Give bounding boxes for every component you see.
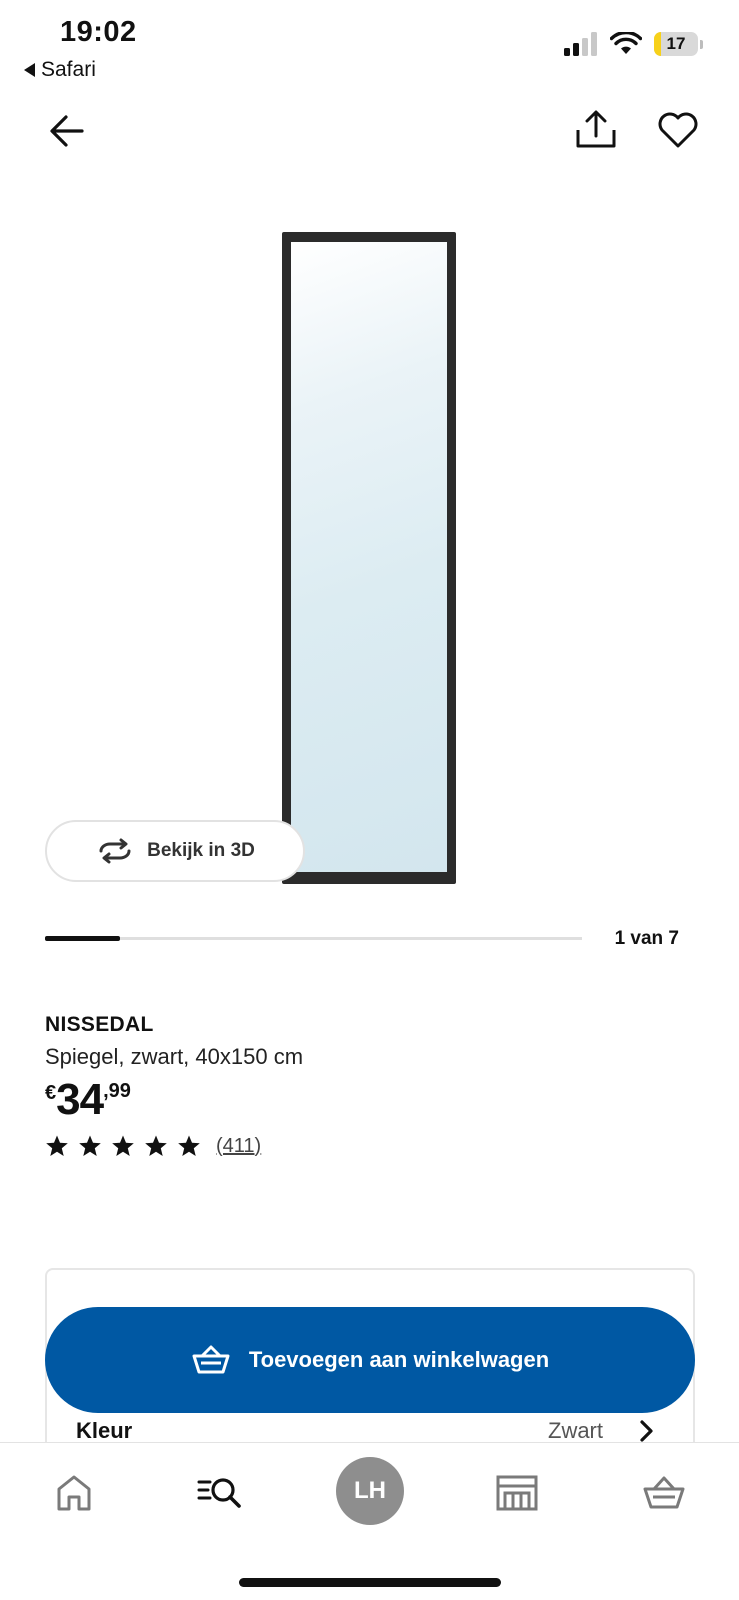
add-to-cart-button[interactable]: Toevoegen aan winkelwagen [45,1307,695,1413]
profile-avatar[interactable]: LH [336,1457,404,1525]
product-price: € 34 ,99 [45,1076,131,1124]
basket-icon [192,1345,230,1374]
star-icon [145,1135,167,1156]
star-icon [178,1135,200,1156]
home-indicator [239,1578,501,1587]
search-icon[interactable] [196,1469,244,1517]
back-app-label: Safari [41,58,96,81]
back-to-app-link[interactable]: Safari [24,58,96,82]
star-icon [46,1135,68,1156]
color-option-label[interactable]: Kleur [76,1418,132,1444]
heart-icon[interactable] [656,108,700,152]
image-pager-track[interactable] [45,936,582,941]
store-icon[interactable] [493,1469,541,1517]
rating[interactable]: (411) [45,1134,261,1158]
image-pager-progress [45,936,121,941]
battery-level-text: 17 [666,34,686,53]
add-to-cart-label: Toevoegen aan winkelwagen [248,1347,550,1372]
battery-fill [654,32,662,56]
wifi-icon [610,32,642,54]
bottom-tab-bar: LH [0,1442,739,1600]
status-indicators: 17 [564,32,703,56]
home-icon[interactable] [50,1469,98,1517]
status-time: 19:02 [60,16,137,48]
star-icon [79,1135,101,1156]
view-3d-button[interactable]: Bekijk in 3D [45,820,305,882]
basket-icon[interactable] [640,1469,688,1517]
view-3d-label: Bekijk in 3D [147,840,255,861]
price-integer: 34 [56,1075,104,1124]
chevron-right-icon[interactable] [635,1418,657,1444]
battery-icon: 17 [654,32,703,56]
rotate-3d-icon [99,838,131,864]
price-currency: € [45,1082,57,1104]
mirror-glass [291,242,447,872]
star-icon [112,1135,134,1156]
product-name: NISSEDAL [45,1013,154,1036]
color-option-value[interactable]: Zwart [548,1418,603,1444]
product-image[interactable] [282,232,456,884]
signal-icon [564,32,597,56]
back-triangle-icon [24,63,35,77]
image-pager-label: 1 van 7 [614,928,679,949]
share-icon[interactable] [572,106,620,154]
price-decimal: ,99 [103,1080,131,1102]
arrow-left-icon[interactable] [44,108,90,154]
review-count-link[interactable]: (411) [216,1135,261,1158]
product-description: Spiegel, zwart, 40x150 cm [45,1044,304,1069]
